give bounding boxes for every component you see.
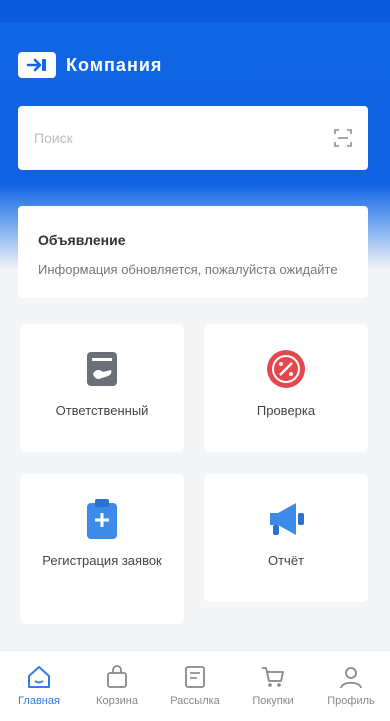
percent-badge-icon bbox=[263, 346, 309, 392]
clipboard-add-icon bbox=[79, 496, 125, 542]
notice-card[interactable]: Объявление Информация обновляется, пожал… bbox=[18, 206, 368, 298]
tab-cart[interactable]: Покупки bbox=[234, 651, 312, 707]
tab-home[interactable]: Главная bbox=[0, 651, 78, 707]
tile-responsible[interactable]: Ответственный bbox=[20, 324, 184, 452]
scan-icon[interactable] bbox=[332, 127, 354, 149]
tab-label: Профиль bbox=[327, 695, 375, 707]
tile-label: Ответственный bbox=[55, 403, 149, 418]
brand-name: Компания bbox=[66, 54, 163, 75]
megaphone-icon bbox=[263, 496, 309, 542]
login-arrow-icon bbox=[18, 52, 56, 78]
user-icon bbox=[335, 661, 367, 693]
tile-label: Проверка bbox=[256, 403, 316, 418]
tile-application[interactable]: Регистрация заявок bbox=[20, 474, 184, 624]
search-bar[interactable] bbox=[18, 106, 368, 170]
tile-label: Отчёт bbox=[267, 553, 305, 568]
tab-messages[interactable]: Рассылка bbox=[156, 651, 234, 707]
bag-icon bbox=[101, 661, 133, 693]
message-icon bbox=[179, 661, 211, 693]
bottom-tab-bar: Главная Корзина Рассылка Покупки Профиль bbox=[0, 650, 390, 721]
tab-bag[interactable]: Корзина bbox=[78, 651, 156, 707]
tab-label: Главная bbox=[18, 695, 60, 707]
notice-title: Объявление bbox=[38, 232, 126, 248]
cart-icon bbox=[257, 661, 289, 693]
tab-label: Корзина bbox=[96, 695, 138, 707]
tab-profile[interactable]: Профиль bbox=[312, 651, 390, 707]
tab-label: Покупки bbox=[252, 695, 294, 707]
home-icon bbox=[23, 661, 55, 693]
tile-label: Регистрация заявок bbox=[42, 553, 162, 568]
tile-report[interactable]: Отчёт bbox=[204, 474, 368, 602]
tile-check[interactable]: Проверка bbox=[204, 324, 368, 452]
tab-label: Рассылка bbox=[170, 695, 220, 707]
search-input[interactable] bbox=[32, 129, 332, 147]
document-hand-icon bbox=[79, 346, 125, 392]
status-bar bbox=[0, 0, 390, 22]
notice-text: Информация обновляется, пожалуйста ожида… bbox=[38, 262, 338, 277]
brand: Компания bbox=[18, 44, 318, 86]
